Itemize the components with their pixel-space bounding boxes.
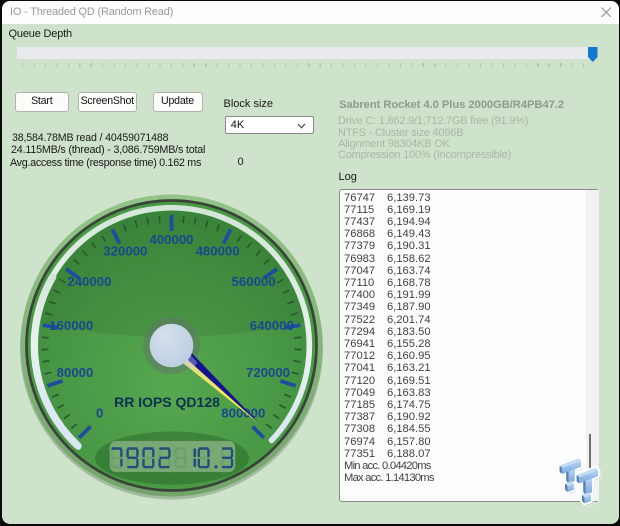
svg-text:560000: 560000 (231, 274, 275, 289)
svg-text:800000: 800000 (221, 405, 265, 420)
svg-text:0: 0 (96, 405, 103, 420)
svg-text:480000: 480000 (195, 243, 239, 258)
svg-text:80000: 80000 (56, 365, 93, 380)
svg-text:240000: 240000 (67, 274, 111, 289)
svg-text:RR IOPS QD128: RR IOPS QD128 (114, 394, 220, 410)
svg-text:160000: 160000 (49, 317, 93, 332)
svg-text:320000: 320000 (103, 243, 147, 258)
svg-text:720000: 720000 (245, 365, 289, 380)
svg-text:400000: 400000 (149, 232, 193, 247)
svg-text:640000: 640000 (249, 317, 293, 332)
